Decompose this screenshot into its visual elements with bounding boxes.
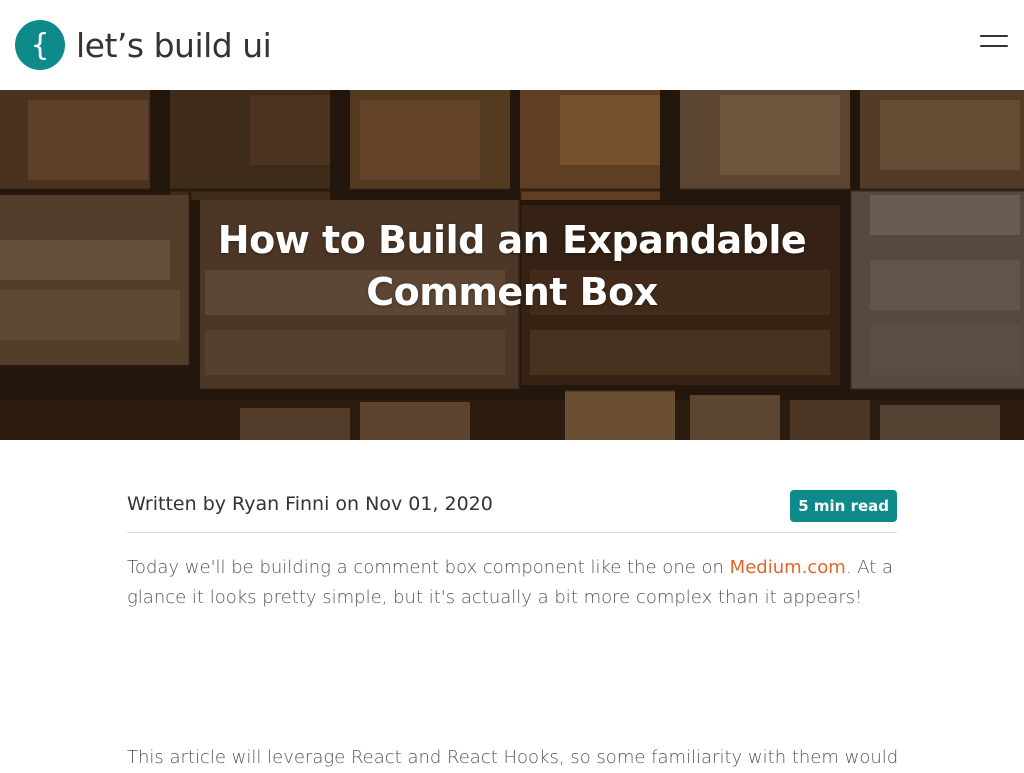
menu-line xyxy=(980,35,1008,37)
brand-logo-icon: { xyxy=(15,20,65,70)
article-title: How to Build an Expandable Comment Box xyxy=(217,218,807,314)
hero-banner: How to Build an Expandable Comment Box xyxy=(0,90,1024,440)
brand-name[interactable]: let’s build ui xyxy=(76,26,272,65)
site-header: { let’s build ui xyxy=(0,0,1024,90)
curly-brace-icon: { xyxy=(30,28,49,62)
home-link[interactable]: { let’s build ui xyxy=(15,20,272,70)
medium-link[interactable]: Medium.com xyxy=(730,557,846,578)
article-meta: Written by Ryan Finni on Nov 01, 2020 5 … xyxy=(127,488,897,524)
hamburger-menu-icon[interactable] xyxy=(974,28,1014,56)
svg-text:{: { xyxy=(30,28,49,62)
article-paragraph: Today we'll be building a comment box co… xyxy=(127,553,897,613)
meta-divider xyxy=(127,532,897,533)
read-time-badge: 5 min read xyxy=(790,490,897,522)
byline: Written by Ryan Finni on Nov 01, 2020 xyxy=(127,493,493,515)
article-paragraph: This article will leverage React and Rea… xyxy=(127,747,897,768)
menu-line xyxy=(980,45,1008,47)
paragraph-text: Today we'll be building a comment box co… xyxy=(127,557,730,578)
